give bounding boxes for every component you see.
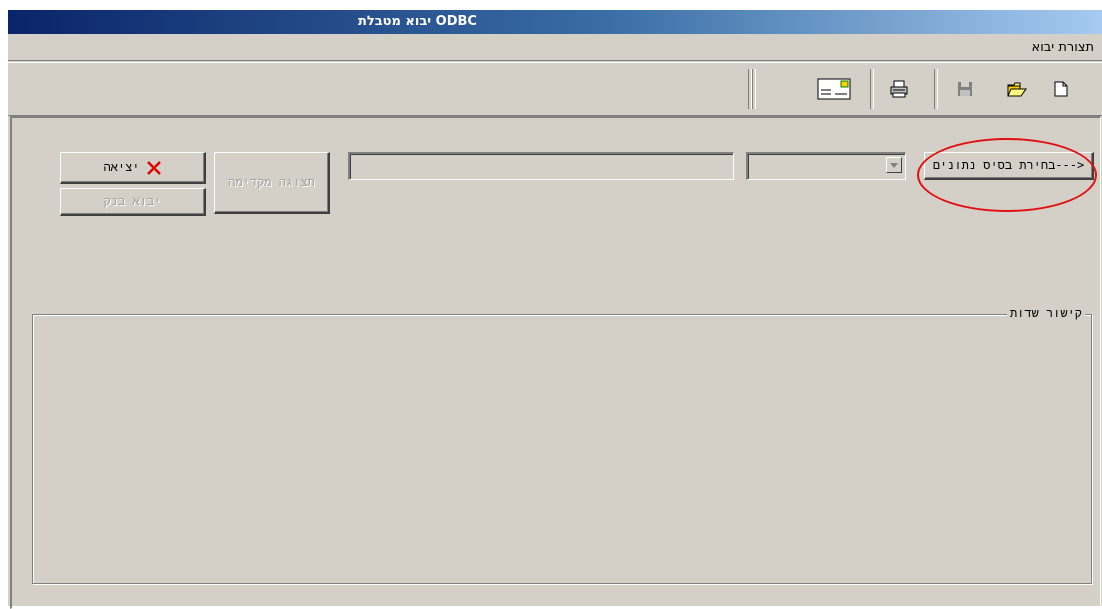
exit-button-label: יציאה <box>103 160 140 174</box>
title-bar: יבוא מטבלת ODBC <box>8 10 1102 34</box>
save-button[interactable] <box>952 77 978 101</box>
exit-button[interactable]: יציאה <box>60 152 206 184</box>
mail-envelope-icon <box>817 78 851 100</box>
toolbar-separator <box>870 69 874 109</box>
chevron-down-icon <box>890 162 898 168</box>
field-mapping-group: קישור שדות <box>32 306 1092 584</box>
new-button[interactable] <box>1048 77 1074 101</box>
toolbar <box>8 62 1102 116</box>
mail-button[interactable] <box>816 77 852 101</box>
close-icon <box>146 160 161 175</box>
field-mapping-label: קישור שדות <box>1006 306 1085 321</box>
save-disk-icon <box>958 82 972 96</box>
app-window: יבוא מטבלת ODBC תצורת יבוא בחירת בסיס נת… <box>8 10 1102 609</box>
client-area: בחירת בסיס נתונים---> תצוגה מקדימה יציאה… <box>10 116 1101 609</box>
new-document-icon <box>1054 81 1068 97</box>
open-button[interactable] <box>1004 77 1030 101</box>
open-folder-icon <box>1007 82 1027 97</box>
print-button[interactable] <box>886 77 912 101</box>
preview-button-label: תצוגה מקדימה <box>228 175 315 189</box>
import-bank-button[interactable]: יבוא בנק <box>60 188 206 216</box>
select-database-button[interactable]: בחירת בסיס נתונים---> <box>924 152 1094 180</box>
window-title: יבוא מטבלת ODBC <box>358 14 477 29</box>
database-combo[interactable] <box>746 152 906 180</box>
combo-dropdown-arrow[interactable] <box>886 157 902 173</box>
database-path-field[interactable] <box>348 152 734 180</box>
menu-import-config[interactable]: תצורת יבוא <box>1032 40 1094 55</box>
preview-button[interactable]: תצוגה מקדימה <box>214 152 330 214</box>
toolbar-separator <box>752 69 756 109</box>
printer-icon <box>890 80 908 98</box>
toolbar-separator <box>934 69 938 109</box>
menu-bar: תצורת יבוא <box>8 34 1102 61</box>
